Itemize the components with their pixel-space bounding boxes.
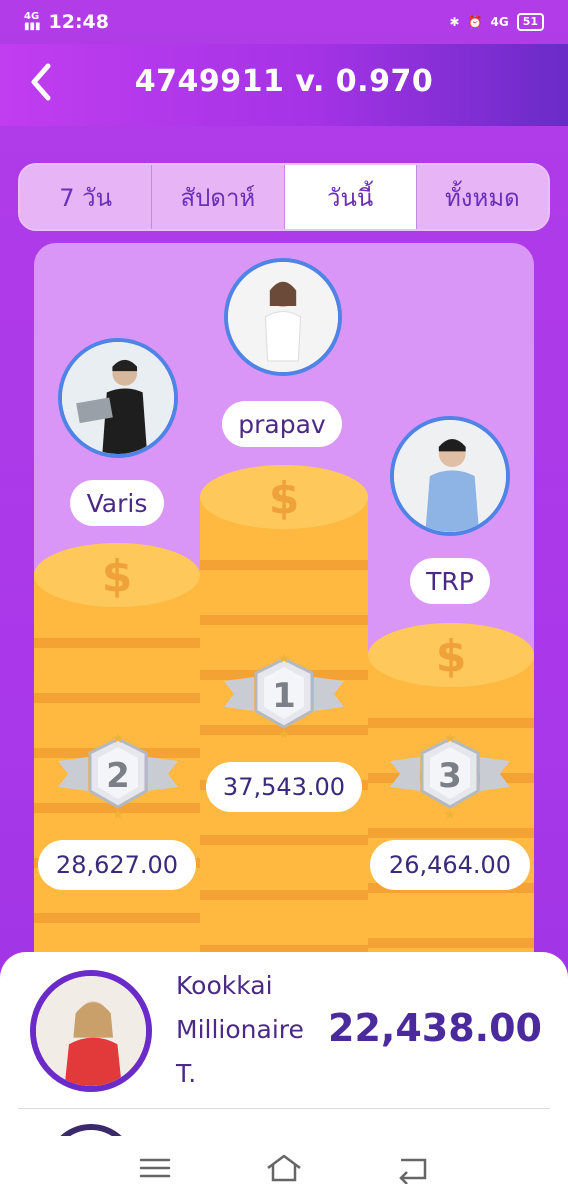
bluetooth-icon: ✱ — [449, 15, 460, 29]
svg-text:★: ★ — [112, 807, 125, 821]
network-indicator: 4G — [490, 15, 509, 29]
name-first: prapav — [222, 401, 342, 447]
svg-text:★: ★ — [278, 651, 291, 667]
divider — [18, 1108, 550, 1109]
period-tabs: 7 วัน สัปดาห์ วันนี้ ทั้งหมด — [18, 163, 550, 231]
svg-text:★: ★ — [444, 807, 457, 821]
avatar-second[interactable] — [58, 338, 178, 458]
rank-badge-first: 1 ★ ★ — [224, 651, 344, 743]
rank-number-first: 1 — [272, 676, 296, 716]
person-photo-icon — [228, 262, 338, 372]
avatar-first[interactable] — [224, 258, 342, 376]
name-third: TRP — [410, 558, 490, 604]
rank-number-third: 3 — [438, 756, 462, 796]
avatar-third[interactable] — [390, 416, 510, 536]
rank-badge-second: 2 ★ ★ — [58, 731, 178, 823]
person-photo-icon — [394, 420, 506, 532]
tab-7-days[interactable]: 7 วัน — [20, 165, 153, 229]
menu-icon[interactable] — [135, 1152, 175, 1184]
rank-badge-third: 3 ★ ★ — [390, 731, 510, 823]
svg-text:★: ★ — [112, 731, 125, 747]
tab-all[interactable]: ทั้งหมด — [417, 165, 548, 229]
rank-number-second: 2 — [106, 756, 130, 796]
alarm-icon: ⏰ — [467, 15, 483, 29]
tab-today[interactable]: วันนี้ — [284, 165, 417, 229]
svg-text:$: $ — [269, 473, 300, 524]
person-photo-icon — [62, 342, 174, 454]
person-photo-icon — [36, 976, 146, 1086]
avatar — [30, 970, 152, 1092]
tab-week[interactable]: สัปดาห์ — [152, 165, 285, 229]
clock: 12:48 — [48, 11, 109, 33]
status-bar: 4G ▮▮▮ 12:48 ✱ ⏰ 4G 51 — [0, 0, 568, 44]
cellular-signal-icon: 4G ▮▮▮ — [24, 11, 41, 32]
home-icon[interactable] — [264, 1152, 304, 1184]
svg-text:★: ★ — [444, 731, 457, 747]
score-third: 26,464.00 — [370, 840, 530, 890]
list-item-name: Kookkai Millionaire T. — [176, 971, 304, 1088]
name-second: Varis — [70, 480, 164, 526]
score-first: 37,543.00 — [206, 762, 362, 812]
svg-text:★: ★ — [278, 727, 291, 741]
leaderboard-podium: $ $ $ prapav Varis TRP 1 ★ ★ 2 ★ ★ 3 ★ ★… — [34, 243, 534, 983]
back-icon[interactable] — [393, 1152, 433, 1184]
system-nav-bar — [0, 1136, 568, 1200]
page-title: 4749911 v. 0.970 — [134, 64, 434, 99]
battery-icon: 51 — [516, 13, 544, 31]
list-item-score: 22,438.00 — [328, 1006, 542, 1050]
score-second: 28,627.00 — [38, 840, 196, 890]
app-header: 4749911 v. 0.970 — [0, 44, 568, 126]
svg-text:$: $ — [102, 551, 133, 602]
svg-text:$: $ — [436, 631, 467, 682]
